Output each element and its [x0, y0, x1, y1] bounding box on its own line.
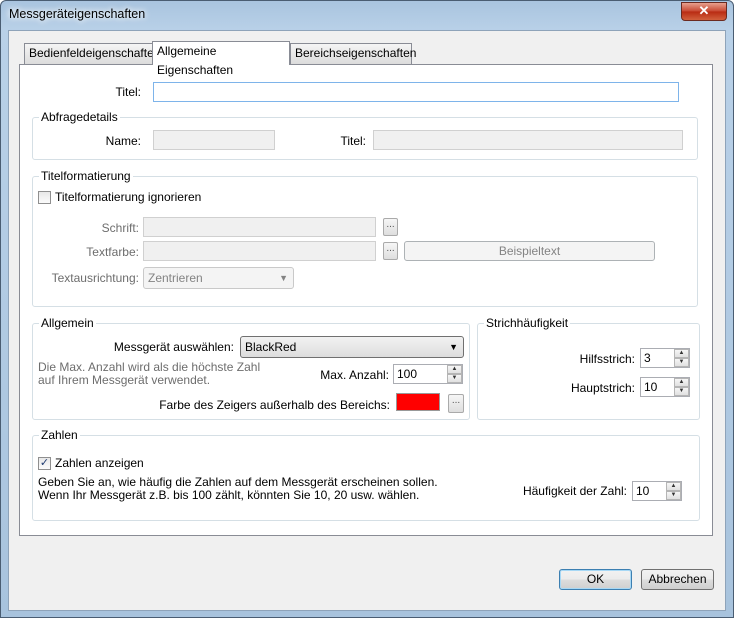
chevron-down-icon: ▼ — [449, 342, 458, 352]
numbers-hint-line2: Wenn Ihr Messgerät z.B. bis 100 zählt, k… — [38, 488, 420, 502]
tab-allgemeine-eigenschaften[interactable]: Allgemeine Eigenschaften — [152, 41, 290, 77]
tab-bedienfeldeigenschaften[interactable]: Bedienfeldeigenschaften — [24, 43, 160, 64]
major-tick-value: 10 — [644, 380, 658, 394]
major-tick-label: Hauptstrich: — [570, 381, 635, 395]
title-format-legend: Titelformatierung — [39, 169, 133, 183]
max-hint-line1: Die Max. Anzahl wird als die höchste Zah… — [38, 360, 261, 374]
font-field — [143, 217, 376, 237]
max-count-stepper[interactable]: 100 ▲ ▼ — [393, 364, 463, 384]
meter-select-value: BlackRed — [245, 340, 297, 354]
query-title-field — [373, 130, 683, 150]
show-numbers-label[interactable]: Zahlen anzeigen — [55, 456, 144, 470]
arrow-up-icon[interactable]: ▲ — [447, 365, 462, 374]
tab-label: Allgemeine Eigenschaften — [157, 44, 234, 77]
font-label: Schrift: — [101, 221, 139, 235]
numbers-hint-line1: Geben Sie an, wie häufig die Zahlen auf … — [38, 475, 438, 489]
arrow-up-icon[interactable]: ▲ — [666, 482, 681, 491]
arrow-down-icon[interactable]: ▼ — [666, 491, 681, 500]
pointer-color-swatch — [396, 393, 440, 411]
arrow-down-icon[interactable]: ▼ — [674, 387, 689, 396]
tab-bereichseigenschaften[interactable]: Bereichseigenschaften — [290, 43, 416, 64]
tick-frequency-legend: Strichhäufigkeit — [484, 316, 571, 330]
minor-tick-stepper[interactable]: 3 ▲ ▼ — [640, 348, 690, 368]
cancel-button[interactable]: Abbrechen — [641, 569, 714, 590]
name-label: Name: — [105, 134, 141, 148]
show-numbers-checkbox[interactable]: ✓ — [38, 457, 51, 470]
close-button[interactable]: ✕ — [681, 2, 727, 21]
close-icon: ✕ — [698, 3, 710, 18]
max-count-label: Max. Anzahl: — [320, 368, 389, 382]
meter-select-label: Messgerät auswählen: — [113, 340, 234, 354]
minor-tick-value: 3 — [644, 351, 651, 365]
ok-button[interactable]: OK — [559, 569, 632, 590]
tab-label: Bedienfeldeigenschaften — [29, 46, 161, 60]
arrow-down-icon[interactable]: ▼ — [674, 358, 689, 367]
chevron-down-icon: ▼ — [279, 273, 288, 283]
window-title: Messgeräteigenschaften — [9, 7, 146, 21]
ignore-format-label[interactable]: Titelformatierung ignorieren — [55, 190, 201, 204]
number-frequency-value: 10 — [636, 484, 650, 498]
allgemein-legend: Allgemein — [39, 316, 96, 330]
arrow-down-icon[interactable]: ▼ — [447, 374, 462, 383]
query-title-label: Titel: — [340, 134, 366, 148]
arrow-up-icon[interactable]: ▲ — [674, 378, 689, 387]
tab-label: Bereichseigenschaften — [295, 46, 417, 60]
text-align-label: Textausrichtung: — [51, 271, 139, 285]
number-frequency-label: Häufigkeit der Zahl: — [522, 484, 627, 498]
text-align-value: Zentrieren — [148, 271, 203, 285]
pointer-color-browse-button[interactable]: ... — [448, 394, 464, 413]
max-hint-line2: auf Ihrem Messgerät verwendet. — [38, 373, 211, 387]
checkmark-icon: ✓ — [39, 457, 50, 469]
text-align-select: Zentrieren ▼ — [143, 267, 294, 289]
numbers-legend: Zahlen — [39, 428, 80, 442]
text-color-browse-button: ... — [383, 242, 398, 260]
major-tick-stepper[interactable]: 10 ▲ ▼ — [640, 377, 690, 397]
name-field — [153, 130, 275, 150]
text-color-label: Textfarbe: — [86, 245, 139, 259]
title-input[interactable] — [153, 82, 679, 102]
minor-tick-label: Hilfsstrich: — [579, 352, 635, 366]
tick-frequency-group: Strichhäufigkeit — [477, 316, 700, 420]
text-color-field — [143, 241, 376, 261]
ignore-format-checkbox[interactable] — [38, 191, 51, 204]
max-count-value: 100 — [397, 367, 418, 381]
meter-select[interactable]: BlackRed ▼ — [240, 336, 464, 358]
title-bar[interactable]: Messgeräteigenschaften ✕ — [1, 1, 733, 29]
query-details-legend: Abfragedetails — [39, 110, 120, 124]
font-browse-button: ... — [383, 218, 398, 236]
title-label: Titel: — [115, 85, 141, 99]
arrow-up-icon[interactable]: ▲ — [674, 349, 689, 358]
sample-text-button: Beispieltext — [404, 241, 655, 261]
number-frequency-stepper[interactable]: 10 ▲ ▼ — [632, 481, 682, 501]
pointer-color-label: Farbe des Zeigers außerhalb des Bereichs… — [159, 398, 390, 412]
